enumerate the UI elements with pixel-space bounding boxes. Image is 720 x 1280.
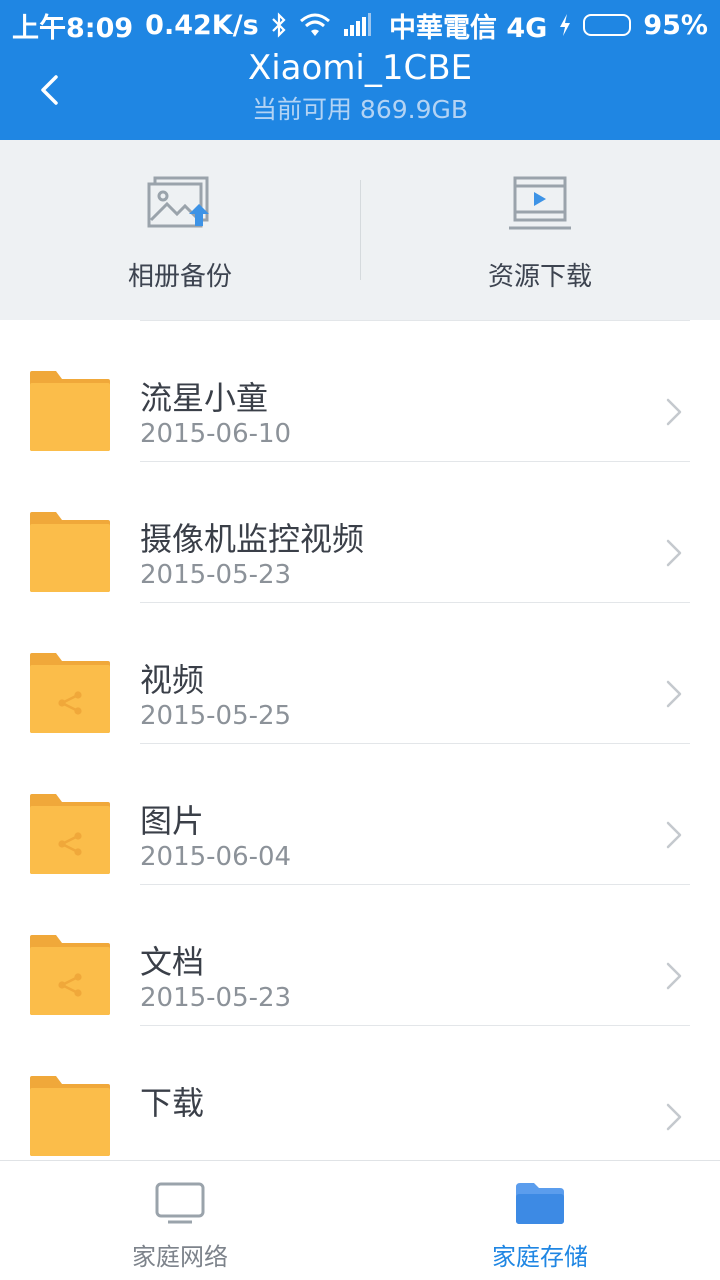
page-title: Xiaomi_1CBE [247, 48, 473, 88]
folder-date: 2015-06-10 [140, 419, 292, 449]
folder-name: 文档 [140, 943, 205, 981]
bluetooth-icon [271, 12, 287, 38]
charging-icon [559, 14, 571, 36]
chevron-right-icon [666, 398, 682, 426]
chevron-right-icon [666, 680, 682, 708]
photo-backup-label: 相册备份 [127, 262, 232, 292]
storage-available: 当前可用 869.9GB [251, 95, 469, 124]
list-item[interactable]: 摄像机监控视频 2015-05-23 [0, 462, 720, 603]
folder-name: 摄像机监控视频 [140, 520, 365, 558]
photo-backup-button[interactable]: 相册备份 [0, 140, 360, 320]
photo-upload-icon [147, 176, 209, 228]
status-battery: 95% [643, 9, 708, 41]
resource-download-label: 资源下载 [487, 262, 592, 292]
folder-icon [30, 1076, 110, 1156]
chevron-right-icon [666, 821, 682, 849]
top-bar: 上午8:09 0.42K/s 中華電信 4G 95% Xiaomi_1CBE 当… [0, 0, 720, 140]
folder-name: 图片 [140, 802, 205, 840]
folder-date: 2015-05-23 [140, 983, 292, 1013]
list-item[interactable]: 图片 2015-06-04 [0, 744, 720, 885]
status-speed: 0.42K/s [145, 9, 259, 41]
folder-name: 视频 [140, 661, 205, 699]
chevron-right-icon [666, 1103, 682, 1131]
folder-date: 2015-06-04 [140, 842, 292, 872]
list-item[interactable]: 流星小童 2015-06-10 [0, 321, 720, 462]
folder-icon [30, 794, 110, 874]
status-bar: 上午8:09 0.42K/s 中華電信 4G 95% [0, 0, 720, 50]
list-item[interactable]: 下载 [0, 1026, 720, 1160]
chevron-right-icon [666, 539, 682, 567]
bottom-nav: 家庭网络 家庭存储 [0, 1160, 720, 1280]
folder-date: 2015-05-23 [140, 560, 292, 590]
chevron-right-icon [666, 962, 682, 990]
list-item[interactable]: 文档 2015-05-23 [0, 885, 720, 1026]
folder-list[interactable]: 文字2015-06-06流星小童2015-06-10摄像机监控视频2015-05… [0, 180, 720, 1160]
battery-icon [583, 14, 632, 36]
folder-date: 2015-05-25 [140, 701, 292, 731]
tab-home-storage-label: 家庭存储 [492, 1243, 588, 1271]
video-download-icon [509, 176, 571, 230]
wifi-icon [299, 13, 331, 37]
status-time: 上午8:09 [12, 12, 134, 44]
folder-icon [30, 512, 110, 592]
action-strip: 相册备份 资源下载 [0, 140, 720, 320]
header: Xiaomi_1CBE 当前可用 869.9GB [0, 46, 720, 130]
folder-icon [516, 1183, 564, 1224]
tab-home-storage[interactable]: 家庭存储 [360, 1161, 720, 1280]
tab-home-network[interactable]: 家庭网络 [0, 1161, 360, 1280]
app-screen: 上午8:09 0.42K/s 中華電信 4G 95% Xiaomi_1CBE 当… [0, 0, 720, 1280]
folder-icon [30, 653, 110, 733]
folder-icon [30, 371, 110, 451]
list-item[interactable]: 视频 2015-05-25 [0, 603, 720, 744]
status-carrier: 中華電信 4G [389, 12, 548, 44]
resource-download-button[interactable]: 资源下载 [360, 140, 720, 320]
folder-name: 流星小童 [140, 379, 269, 417]
folder-icon [30, 935, 110, 1015]
tab-home-network-label: 家庭网络 [132, 1243, 228, 1271]
folder-name: 下载 [140, 1084, 205, 1122]
signal-icon [343, 13, 371, 37]
tv-icon [155, 1182, 205, 1224]
